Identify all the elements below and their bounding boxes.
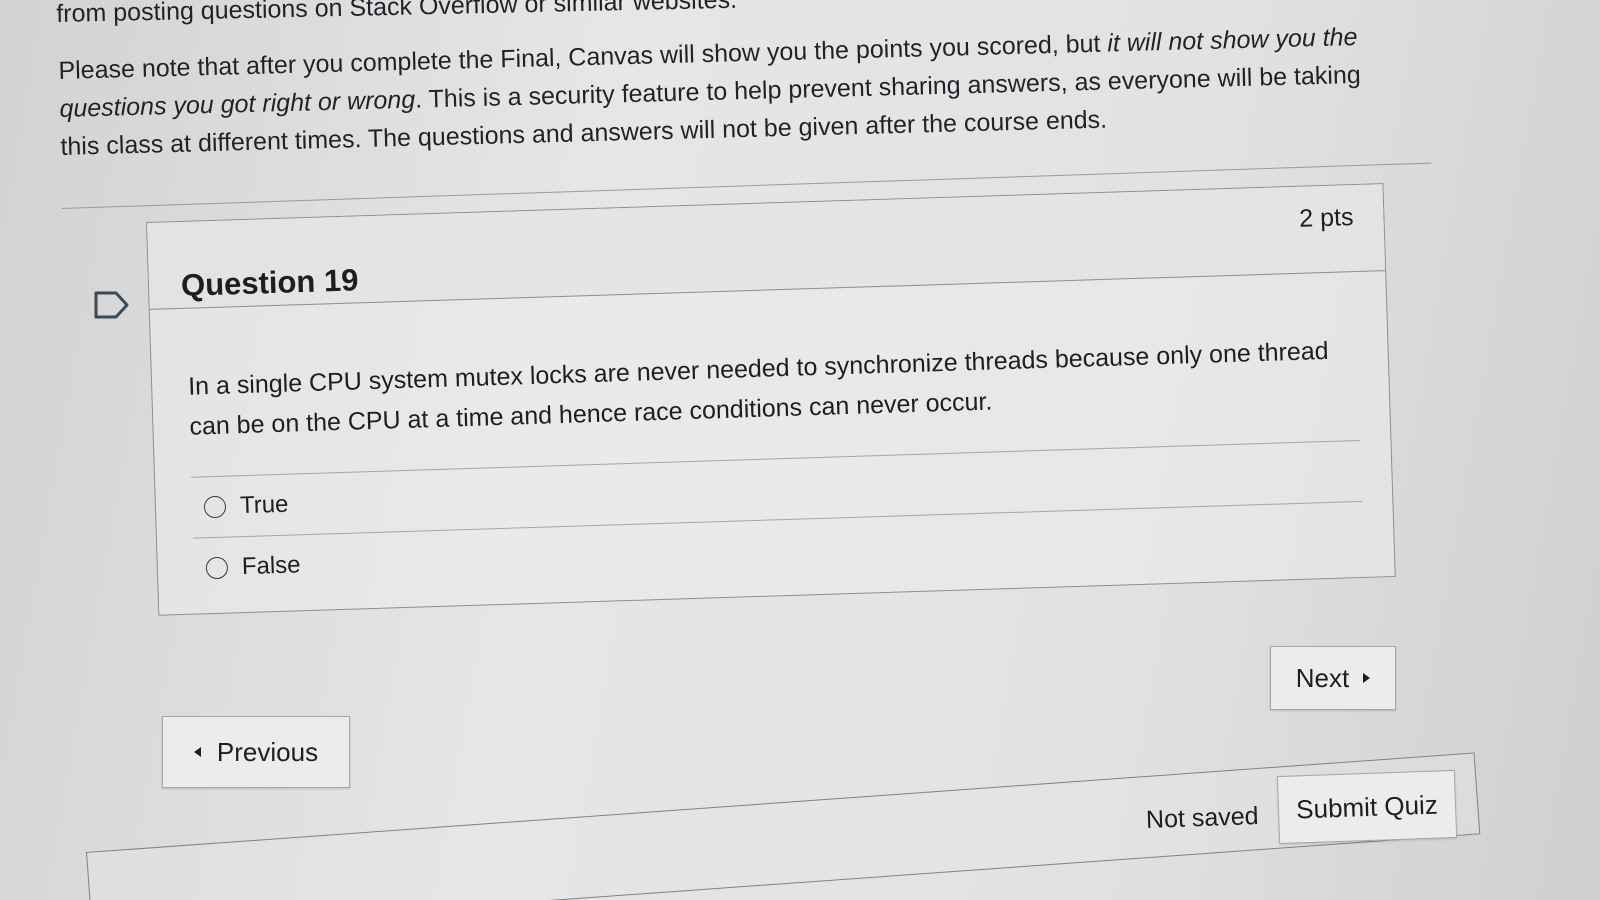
radio-false[interactable]: [205, 556, 229, 580]
next-button[interactable]: Next: [1270, 646, 1396, 710]
previous-label: Previous: [216, 736, 319, 767]
caret-left-icon: [193, 747, 201, 757]
next-label: Next: [1295, 662, 1350, 693]
previous-button[interactable]: Previous: [162, 716, 350, 788]
final-exam-note: Please note that after you complete the …: [58, 17, 1401, 166]
question-title: Question 19: [180, 262, 359, 303]
radio-true[interactable]: [203, 495, 227, 519]
question-text: In a single CPU system mutex locks are n…: [187, 336, 1329, 441]
quiz-page: from posting questions on Stack Overflow…: [0, 0, 1600, 900]
save-status: Not saved: [1145, 802, 1259, 834]
flag-question-icon[interactable]: [94, 290, 130, 320]
intro-text-top: from posting questions on Stack Overflow…: [56, 0, 738, 28]
answer-label-true: True: [239, 490, 289, 520]
caret-right-icon: [1363, 673, 1371, 683]
submit-quiz-button[interactable]: Submit Quiz: [1276, 769, 1458, 845]
question-points: 2 pts: [1298, 203, 1354, 233]
submit-quiz-label: Submit Quiz: [1295, 789, 1439, 824]
answer-label-false: False: [241, 551, 301, 581]
question-body: In a single CPU system mutex locks are n…: [150, 271, 1394, 600]
question-card: Question 19 2 pts In a single CPU system…: [146, 183, 1396, 616]
